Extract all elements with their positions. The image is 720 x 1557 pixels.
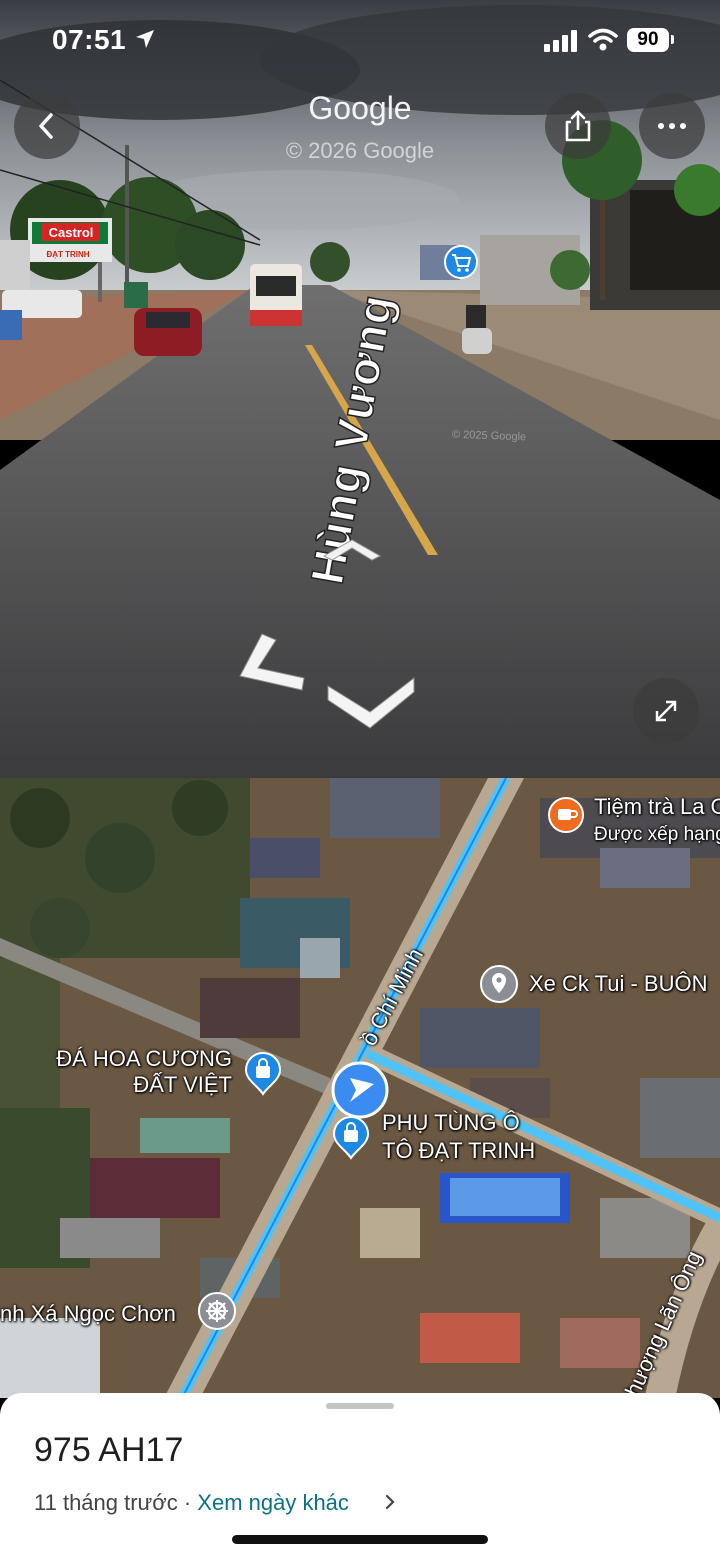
shopping-bag-icon[interactable] [244, 1052, 282, 1096]
shopping-cart-icon[interactable] [443, 244, 479, 280]
left-arrow-icon[interactable] [236, 630, 308, 696]
castrol-sign-text: Castrol [49, 225, 94, 240]
place-label-xe-ck-tui[interactable]: Xe Ck Tui - BUÔN [529, 971, 707, 996]
wifi-icon [588, 28, 618, 51]
other-dates-link[interactable]: Xem ngày khác [197, 1490, 349, 1515]
cellular-signal-icon [544, 30, 577, 52]
cafe-icon[interactable] [547, 796, 585, 834]
expand-icon [655, 700, 677, 722]
chevron-right-icon[interactable] [384, 1493, 396, 1511]
share-button[interactable] [545, 93, 611, 159]
place-label-da-hoa-cuong-2[interactable]: ĐẤT VIỆT [50, 1072, 232, 1097]
status-time: 07:51 [52, 24, 127, 55]
google-brand: Google [308, 90, 412, 126]
separator-dot: · [177, 1490, 198, 1515]
place-label-cafe[interactable]: Tiệm trà La C [594, 794, 720, 819]
place-label-tinh-xa[interactable]: nh Xá Ngọc Chơn [0, 1301, 176, 1326]
imagery-watermark: © 2025 Google [451, 428, 527, 444]
capture-date: 11 tháng trước [34, 1490, 178, 1515]
dharma-wheel-icon[interactable] [197, 1291, 237, 1331]
chevron-left-icon [39, 113, 53, 139]
home-indicator[interactable] [232, 1535, 488, 1544]
back-arrow-icon[interactable] [326, 674, 416, 730]
satellite-map[interactable]: ồ Chí Minh hượng Lãn Ông Tiệm trà La C Đ… [0, 778, 720, 1398]
expand-button[interactable] [633, 678, 699, 744]
place-label-da-hoa-cuong-1[interactable]: ĐÁ HOA CƯƠNG [50, 1046, 232, 1071]
street-view-panel[interactable]: Castrol ĐẠT TRINH 07:51 90 Google © 2026… [0, 0, 720, 778]
more-dots-icon [658, 123, 686, 129]
forward-arrow-icon[interactable] [322, 536, 382, 564]
back-button[interactable] [14, 93, 80, 159]
place-pin-icon[interactable] [479, 964, 519, 1004]
location-arrow-icon [136, 30, 154, 48]
battery-cap [671, 35, 674, 44]
place-label-phu-tung-1[interactable]: PHỤ TÙNG Ô [382, 1110, 520, 1135]
battery-level: 90 [627, 28, 669, 52]
capture-date-line: 11 tháng trước · Xem ngày khác [34, 1490, 349, 1516]
share-icon [565, 110, 591, 142]
place-label-phu-tung-2[interactable]: TÔ ĐẠT TRINH [382, 1138, 535, 1163]
status-bar: 07:51 90 [0, 0, 720, 80]
location-title: 975 AH17 [34, 1431, 184, 1469]
place-rating-cafe: Được xếp hạng [594, 824, 720, 845]
copyright-text: © 2026 Google [285, 138, 435, 163]
bottom-sheet[interactable]: 975 AH17 11 tháng trước · Xem ngày khác [0, 1393, 720, 1557]
castrol-sign-sub: ĐẠT TRINH [46, 250, 89, 259]
sheet-grabber[interactable] [326, 1403, 394, 1409]
current-location-icon[interactable] [330, 1060, 390, 1120]
more-options-button[interactable] [639, 93, 705, 159]
shopping-bag-icon-2[interactable] [332, 1116, 370, 1160]
